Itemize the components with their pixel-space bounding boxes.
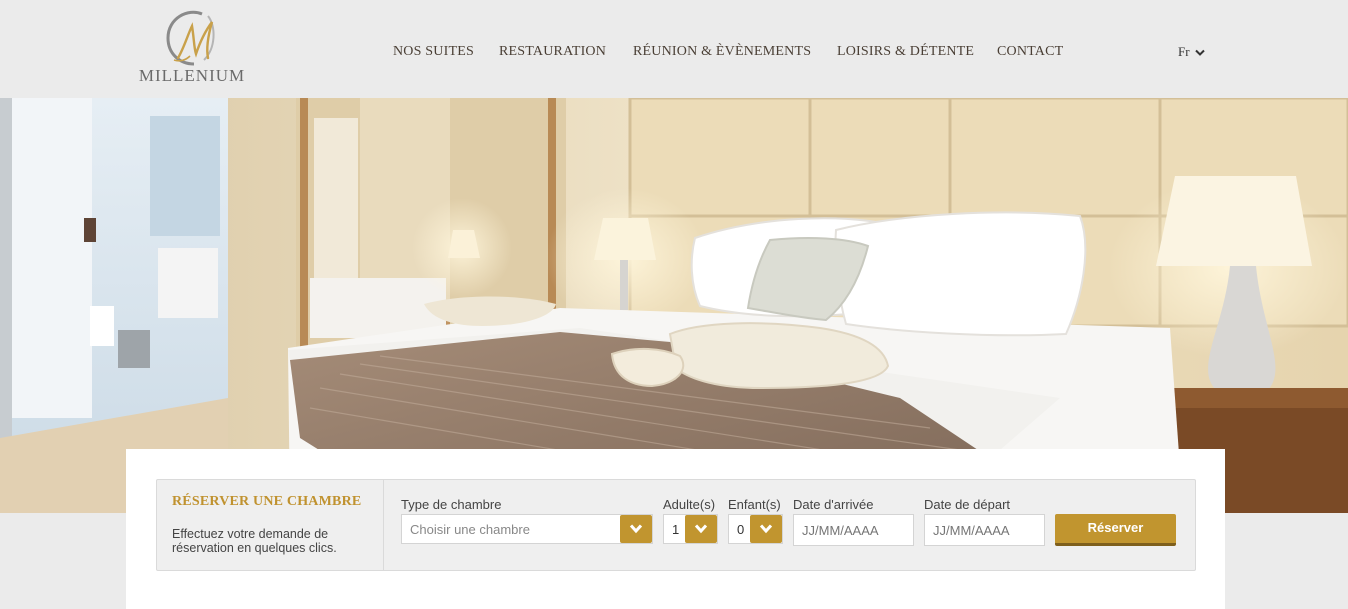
booking-title: RÉSERVER UNE CHAMBRE: [172, 494, 362, 509]
nav-item-loisirs-detente[interactable]: LOISIRS & DÉTENTE: [837, 44, 974, 60]
language-label: Fr: [1178, 44, 1190, 59]
children-label: Enfant(s): [728, 497, 781, 512]
chevron-down-icon: [629, 524, 643, 534]
children-dropdown-button[interactable]: [750, 515, 782, 543]
room-type-select[interactable]: Choisir une chambre: [401, 514, 653, 544]
site-header: MILLENIUM NOS SUITES RESTAURATION RÉUNIO…: [0, 0, 1348, 98]
children-select[interactable]: 0: [728, 514, 783, 544]
nav-item-reunion-evenements[interactable]: RÉUNION & ÈVÈNEMENTS: [633, 44, 811, 60]
room-type-placeholder: Choisir une chambre: [410, 522, 530, 537]
chevron-down-icon: [1195, 49, 1205, 56]
adults-dropdown-button[interactable]: [685, 515, 717, 543]
chevron-down-icon: [694, 524, 708, 534]
departure-date-label: Date de départ: [924, 497, 1011, 512]
arrival-date-input[interactable]: [793, 514, 914, 546]
booking-description: Effectuez votre demande de réservation e…: [172, 527, 337, 555]
booking-intro: RÉSERVER UNE CHAMBRE Effectuez votre dem…: [157, 480, 384, 570]
booking-form: RÉSERVER UNE CHAMBRE Effectuez votre dem…: [156, 479, 1196, 571]
nav-item-restauration[interactable]: RESTAURATION: [499, 44, 606, 60]
arrival-date-label: Date d'arrivée: [793, 497, 874, 512]
nav-item-suites[interactable]: NOS SUITES: [393, 44, 474, 60]
adults-select[interactable]: 1: [663, 514, 718, 544]
nav-item-contact[interactable]: CONTACT: [997, 44, 1063, 60]
adults-value: 1: [672, 522, 680, 537]
room-type-label: Type de chambre: [401, 497, 502, 512]
booking-panel: RÉSERVER UNE CHAMBRE Effectuez votre dem…: [126, 449, 1225, 609]
departure-date-input[interactable]: [924, 514, 1045, 546]
main-nav: NOS SUITES RESTAURATION RÉUNION & ÈVÈNEM…: [0, 44, 1348, 64]
reserve-button[interactable]: Réserver: [1055, 514, 1176, 546]
language-selector[interactable]: Fr: [1178, 44, 1205, 60]
chevron-down-icon: [759, 524, 773, 534]
children-value: 0: [737, 522, 745, 537]
room-type-dropdown-button[interactable]: [620, 515, 652, 543]
logo-text: MILLENIUM: [138, 66, 246, 85]
adults-label: Adulte(s): [663, 497, 716, 512]
